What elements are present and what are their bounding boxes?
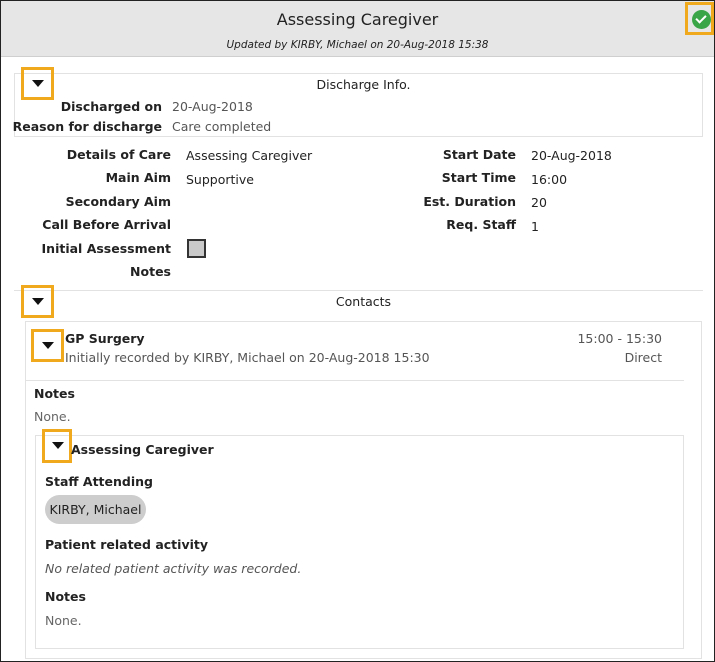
- reason-for-discharge-label: Reason for discharge: [12, 119, 162, 134]
- notes-label: Notes: [130, 264, 171, 279]
- activity-notes-label: Notes: [45, 589, 86, 604]
- contact-notes-label: Notes: [34, 386, 75, 401]
- main-aim-label: Main Aim: [105, 170, 171, 185]
- details-of-care-label: Details of Care: [66, 147, 171, 162]
- discharge-info-title: Discharge Info.: [316, 77, 411, 92]
- patient-activity-label: Patient related activity: [45, 537, 209, 552]
- est-duration-value: 20: [531, 195, 547, 210]
- discharged-on-value: 20-Aug-2018: [172, 99, 253, 114]
- staff-attending-label: Staff Attending: [45, 474, 153, 489]
- status-complete-button[interactable]: [685, 2, 714, 35]
- est-duration-label: Est. Duration: [423, 194, 516, 209]
- main-aim-value: Supportive: [186, 172, 254, 187]
- page-title: Assessing Caregiver: [276, 10, 439, 29]
- details-of-care-value: Assessing Caregiver: [186, 148, 313, 163]
- contact-recorded-text: Initially recorded by KIRBY, Michael on …: [65, 350, 430, 365]
- req-staff-value: 1: [531, 219, 539, 234]
- chevron-down-icon: [32, 80, 44, 87]
- activity-title: Assessing Caregiver: [71, 442, 214, 457]
- chevron-down-icon: [32, 298, 44, 305]
- contact-header-divider: [25, 380, 684, 381]
- contact-method: Direct: [624, 350, 662, 365]
- discharge-collapse-toggle[interactable]: [21, 67, 54, 100]
- chevron-down-icon: [42, 342, 54, 349]
- call-before-arrival-label: Call Before Arrival: [42, 217, 171, 232]
- updated-by-text: Updated by KIRBY, Michael on 20-Aug-2018…: [226, 39, 489, 51]
- discharged-on-label: Discharged on: [60, 99, 162, 114]
- req-staff-label: Req. Staff: [446, 217, 516, 232]
- patient-activity-value: No related patient activity was recorded…: [45, 561, 302, 576]
- contacts-collapse-toggle[interactable]: [21, 285, 54, 318]
- contact-notes-value: None.: [34, 409, 71, 424]
- staff-chip: KIRBY, Michael: [45, 495, 146, 524]
- initial-assessment-checkbox[interactable]: [187, 239, 206, 258]
- contact-time-range: 15:00 - 15:30: [577, 331, 662, 346]
- start-time-label: Start Time: [441, 170, 516, 185]
- header-bar: Assessing Caregiver Updated by KIRBY, Mi…: [1, 1, 714, 57]
- contact-collapse-toggle[interactable]: [31, 329, 64, 362]
- contacts-title: Contacts: [335, 294, 392, 309]
- care-record-window: Assessing Caregiver Updated by KIRBY, Mi…: [0, 0, 715, 662]
- start-date-label: Start Date: [442, 147, 516, 162]
- activity-collapse-toggle[interactable]: [42, 429, 72, 463]
- start-time-value: 16:00: [531, 172, 568, 187]
- contact-name: GP Surgery: [65, 331, 145, 346]
- activity-notes-value: None.: [45, 613, 82, 628]
- contacts-divider: [14, 290, 703, 291]
- chevron-down-icon: [52, 442, 64, 449]
- start-date-value: 20-Aug-2018: [531, 148, 612, 163]
- initial-assessment-label: Initial Assessment: [41, 241, 171, 256]
- reason-for-discharge-value: Care completed: [172, 119, 272, 134]
- secondary-aim-label: Secondary Aim: [65, 194, 171, 209]
